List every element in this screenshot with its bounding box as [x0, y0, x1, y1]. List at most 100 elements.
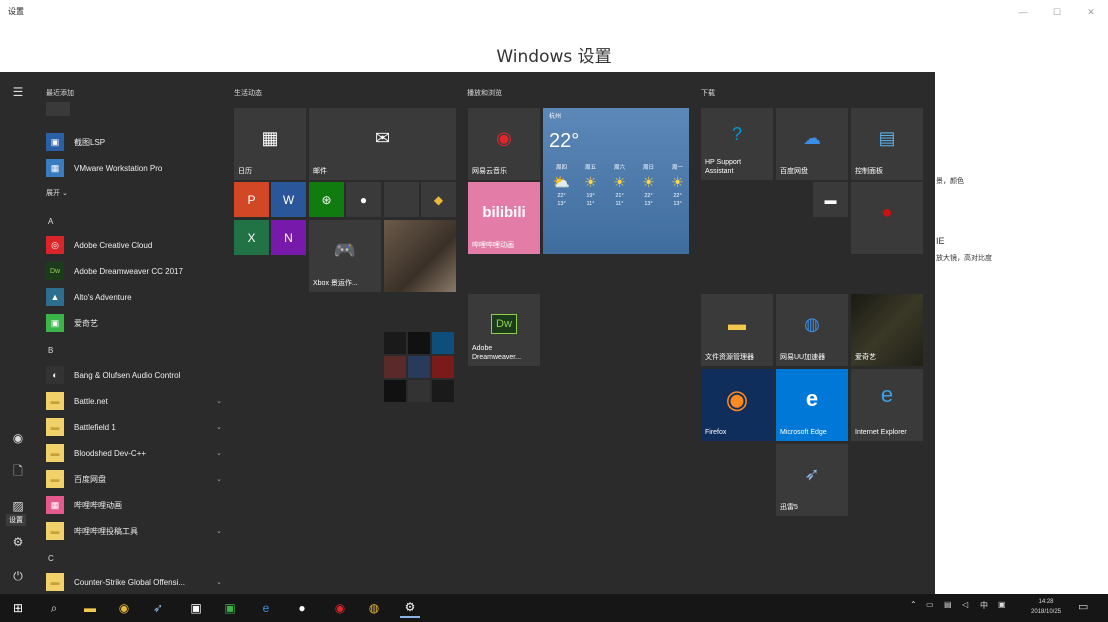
- chevron-down-icon[interactable]: ⌄: [216, 397, 222, 405]
- powerpoint-tile[interactable]: P: [234, 182, 269, 217]
- edge-icon[interactable]: e: [256, 598, 276, 618]
- list-item[interactable]: ▦ 哔哩哔哩动画: [46, 494, 222, 516]
- chevron-down-icon[interactable]: ⌄: [216, 475, 222, 483]
- battery-icon[interactable]: ▭: [926, 600, 934, 609]
- penguin-icon[interactable]: ●: [292, 598, 312, 618]
- list-item[interactable]: ▬ 百度网盘 ⌄: [46, 468, 222, 490]
- list-item[interactable]: Dw Adobe Dreamweaver CC 2017: [46, 260, 222, 282]
- app-tile[interactable]: ●: [851, 182, 923, 254]
- game-folder-tile[interactable]: [384, 332, 456, 404]
- volume-icon[interactable]: ◁: [962, 600, 968, 609]
- tile-group-title[interactable]: 下载: [701, 88, 715, 98]
- chevron-down-icon[interactable]: ⌄: [216, 578, 222, 586]
- recent-header: 最近添加: [46, 90, 74, 97]
- mail-tile[interactable]: ✉ 邮件: [309, 108, 456, 180]
- list-item[interactable]: ▬ Counter-Strike Global Offensi... ⌄: [46, 571, 222, 593]
- chevron-down-icon[interactable]: ⌄: [216, 449, 222, 457]
- settings-gear-icon[interactable]: ⚙: [400, 598, 420, 618]
- clock-time: 14:28: [1038, 599, 1054, 605]
- hamburger-icon[interactable]: ☰: [8, 82, 28, 102]
- chevron-down-icon[interactable]: ⌄: [216, 423, 222, 431]
- folder-mini-icon: [384, 332, 406, 354]
- list-item[interactable]: ▬ 哔哩哔哩投稿工具 ⌄: [46, 520, 222, 542]
- settings-gear-icon[interactable]: ⚙: [8, 532, 28, 552]
- chevron-down-icon[interactable]: ⌄: [216, 527, 222, 535]
- netease-music-icon[interactable]: ◉: [330, 598, 350, 618]
- sun-icon: ☀: [642, 174, 655, 190]
- list-item[interactable]: ◐ Bang & Olufsen Audio Control: [46, 364, 222, 386]
- store-icon[interactable]: ▣: [186, 598, 206, 618]
- xunlei-tile[interactable]: ➶ 迅雷5: [776, 444, 848, 516]
- onenote-tile[interactable]: N: [271, 220, 306, 255]
- settings-tooltip: 设置: [6, 514, 26, 526]
- app-icon: ▦: [46, 496, 64, 514]
- pictures-icon[interactable]: ▨: [8, 496, 28, 516]
- qq-tile[interactable]: ●: [346, 182, 381, 217]
- network-icon[interactable]: ▤: [944, 600, 952, 609]
- chrome-icon[interactable]: ◍: [364, 598, 384, 618]
- uu-accelerator-tile[interactable]: ◍ 网易UU加速器: [776, 294, 848, 366]
- list-item[interactable]: ▣ 截图LSP: [46, 131, 222, 153]
- file-explorer-tile[interactable]: ▬ 文件资源管理器: [701, 294, 773, 366]
- iqiyi-tile[interactable]: 爱奇艺: [851, 294, 923, 366]
- baidu-netdisk-tile[interactable]: ☁ 百度网盘: [776, 108, 848, 180]
- tile-group-title[interactable]: 播放和浏览: [467, 88, 502, 98]
- xbox-small-tile[interactable]: ⊛: [309, 182, 344, 217]
- weather-tile[interactable]: 杭州 22° 周四 ⛅ 22° 13° 周五 ☀ 19° 11° 周六 ☀ 21° 11° 周日 ☀…: [543, 108, 689, 254]
- forecast-day: 周五 ☀ 19° 11°: [576, 164, 605, 208]
- hp-support-tile[interactable]: ? HP Support Assistant: [701, 108, 773, 180]
- firefox-icon: ◉: [725, 383, 749, 414]
- list-item[interactable]: ▲ Alto's Adventure: [46, 286, 222, 308]
- minimize-button[interactable]: —: [1006, 0, 1040, 24]
- list-item[interactable]: ◎ Adobe Creative Cloud: [46, 234, 222, 256]
- edge-tile[interactable]: e Microsoft Edge: [776, 369, 848, 441]
- word-tile[interactable]: W: [271, 182, 306, 217]
- chevron-up-icon[interactable]: ⌃: [910, 600, 917, 609]
- section-letter[interactable]: A: [48, 217, 53, 226]
- ie-tile[interactable]: e Internet Explorer: [851, 369, 923, 441]
- xbox-tile[interactable]: 🎮 Xbox 景运作...: [309, 220, 381, 292]
- section-letter[interactable]: C: [48, 554, 54, 563]
- file-explorer-icon[interactable]: ▬: [80, 598, 100, 618]
- control-panel-tile[interactable]: ▤ 控制面板: [851, 108, 923, 180]
- browser-icon[interactable]: ◉: [114, 598, 134, 618]
- app-circle-icon: ●: [881, 201, 893, 222]
- section-letter[interactable]: B: [48, 346, 53, 355]
- firefox-tile[interactable]: ◉ Firefox: [701, 369, 773, 441]
- search-icon[interactable]: ⌕: [44, 598, 64, 618]
- calendar-tile[interactable]: ▦ 日历: [234, 108, 306, 180]
- clock[interactable]: 14:28 2018/10/25: [1022, 597, 1070, 617]
- expand-link[interactable]: 展开 ⌄: [46, 188, 68, 198]
- notification-icon[interactable]: ▭: [1078, 600, 1088, 613]
- documents-icon[interactable]: 🗋: [8, 462, 28, 482]
- list-item[interactable]: ▬ Battle.net ⌄: [46, 390, 222, 412]
- excel-tile[interactable]: X: [234, 220, 269, 255]
- blank-tile[interactable]: [384, 182, 419, 217]
- list-item[interactable]: ▦ VMware Workstation Pro: [46, 157, 222, 179]
- maximize-button[interactable]: ☐: [1040, 0, 1074, 24]
- game-icon: ◆: [433, 192, 444, 207]
- netease-music-tile[interactable]: ◉ 网易云音乐: [468, 108, 540, 180]
- close-button[interactable]: ✕: [1074, 0, 1108, 24]
- penguin-icon: ●: [359, 192, 368, 207]
- list-item[interactable]: ▬ Battlefield 1 ⌄: [46, 416, 222, 438]
- windows-start-icon[interactable]: ⊞: [8, 598, 28, 618]
- settings-peek-text: 放大镜，高对比度: [936, 255, 992, 262]
- game-tile[interactable]: ◆: [421, 182, 456, 217]
- iqiyi-icon[interactable]: ▣: [220, 598, 240, 618]
- mail-icon: ✉: [374, 127, 391, 148]
- photos-tile[interactable]: [384, 220, 456, 292]
- list-item[interactable]: ▣ 爱奇艺: [46, 312, 222, 334]
- folder-mini-icon: [408, 332, 430, 354]
- forecast-day: 周日 ☀ 22° 13°: [634, 164, 663, 208]
- bilibili-tile[interactable]: bilibili 哔哩哔哩动画: [468, 182, 540, 254]
- dreamweaver-tile[interactable]: Dw Adobe Dreamweaver...: [468, 294, 540, 366]
- video-tile[interactable]: ▬: [813, 182, 848, 217]
- power-icon[interactable]: ⏻: [8, 566, 28, 586]
- user-avatar-icon[interactable]: ◉: [8, 428, 28, 448]
- ime-indicator[interactable]: 中: [980, 600, 988, 611]
- language-icon[interactable]: ▣: [998, 600, 1006, 609]
- list-item[interactable]: ▬ Bloodshed Dev-C++ ⌄: [46, 442, 222, 464]
- tile-group-title[interactable]: 生活动态: [234, 88, 262, 98]
- bird-icon[interactable]: ➶: [148, 598, 168, 618]
